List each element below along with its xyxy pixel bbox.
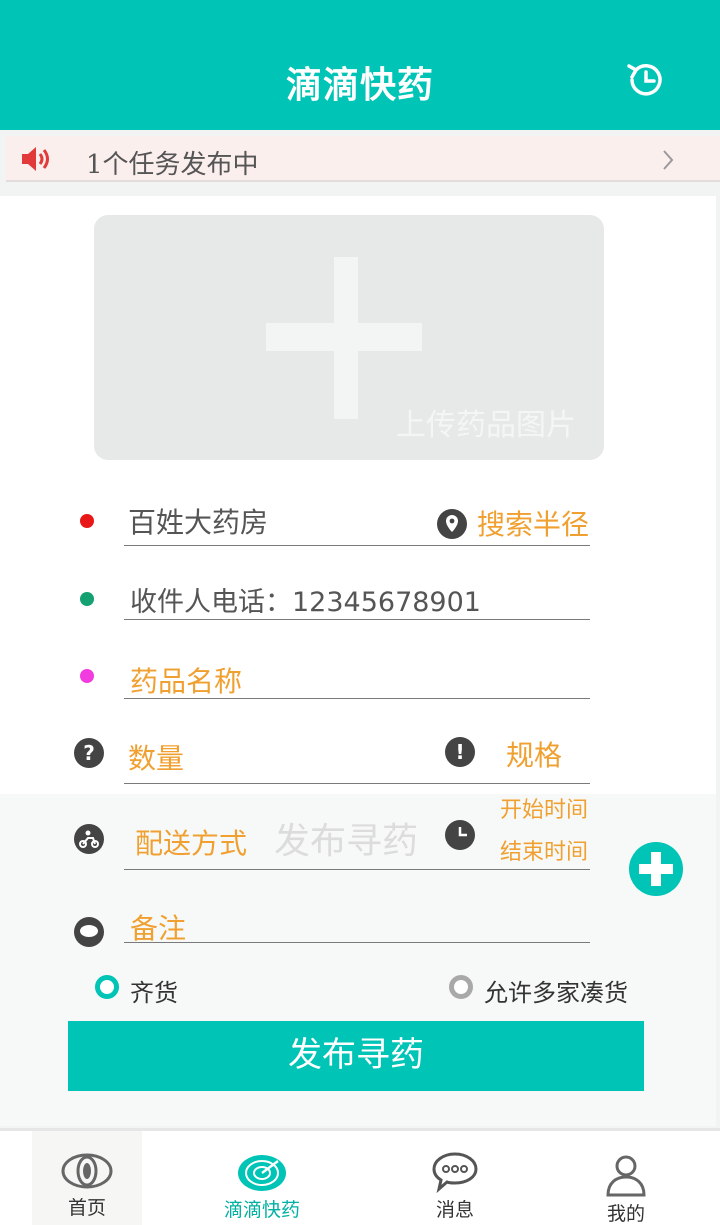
tab-home[interactable]: 首页	[32, 1131, 142, 1225]
clock-icon	[445, 820, 475, 850]
delivery-method-field[interactable]: 配送方式	[135, 822, 247, 862]
spec-field[interactable]: 规格	[506, 734, 562, 774]
full-stock-label: 齐货	[130, 979, 178, 1007]
app-header: 滴滴快药	[0, 0, 720, 130]
speaker-icon	[22, 147, 49, 171]
radar-icon	[238, 1155, 286, 1191]
recipient-phone-field[interactable]: 收件人电话：12345678901	[130, 580, 481, 619]
multi-store-radio[interactable]	[449, 975, 473, 999]
pink-dot	[80, 669, 94, 683]
pharmacy-field[interactable]: 百姓大药房	[128, 501, 268, 541]
tab-home-label: 首页	[67, 1197, 106, 1219]
tab-profile-label: 我的	[606, 1203, 645, 1225]
drug-name-field[interactable]: 药品名称	[130, 660, 242, 700]
notice-text: 1个任务发布中	[86, 150, 259, 180]
page-title: 滴滴快药	[285, 65, 434, 106]
green-dot	[80, 592, 94, 606]
end-time-field[interactable]: 结束时间	[500, 834, 588, 866]
location-pin-icon[interactable]	[436, 508, 468, 540]
add-plus-button[interactable]	[629, 842, 683, 896]
user-icon	[606, 1155, 646, 1197]
tab-messages[interactable]: 消息	[400, 1131, 510, 1225]
upload-label: 上传药品图片	[396, 408, 576, 443]
search-radius-button[interactable]: 搜索半径	[477, 503, 589, 543]
task-notice-bar[interactable]: 1个任务发布中	[6, 136, 720, 182]
question-icon: ?	[74, 738, 104, 768]
red-dot	[80, 514, 94, 528]
tab-didi-label: 滴滴快药	[223, 1199, 300, 1221]
ghost-publish-text: 发布寻药	[274, 821, 419, 862]
start-time-field[interactable]: 开始时间	[500, 792, 588, 824]
bottom-tab-bar: 首页 滴滴快药 消息 我的	[0, 1128, 720, 1225]
comment-icon	[74, 917, 104, 947]
eye-icon	[61, 1153, 113, 1189]
publish-search-button[interactable]: 发布寻药	[68, 1021, 644, 1091]
tab-didi[interactable]: 滴滴快药	[207, 1131, 317, 1225]
quantity-field[interactable]: 数量	[128, 737, 184, 777]
history-icon[interactable]	[624, 58, 668, 102]
multi-store-label: 允许多家凑货	[484, 979, 628, 1007]
message-icon	[432, 1152, 478, 1193]
upload-drug-image[interactable]: 上传药品图片	[94, 215, 604, 460]
exclamation-icon: !	[445, 737, 475, 767]
tab-messages-label: 消息	[435, 1199, 474, 1221]
chevron-right-icon	[663, 150, 674, 170]
delivery-scooter-icon	[74, 824, 104, 854]
full-stock-radio[interactable]	[95, 975, 119, 999]
remark-field[interactable]: 备注	[130, 907, 186, 947]
tab-profile[interactable]: 我的	[571, 1131, 681, 1225]
